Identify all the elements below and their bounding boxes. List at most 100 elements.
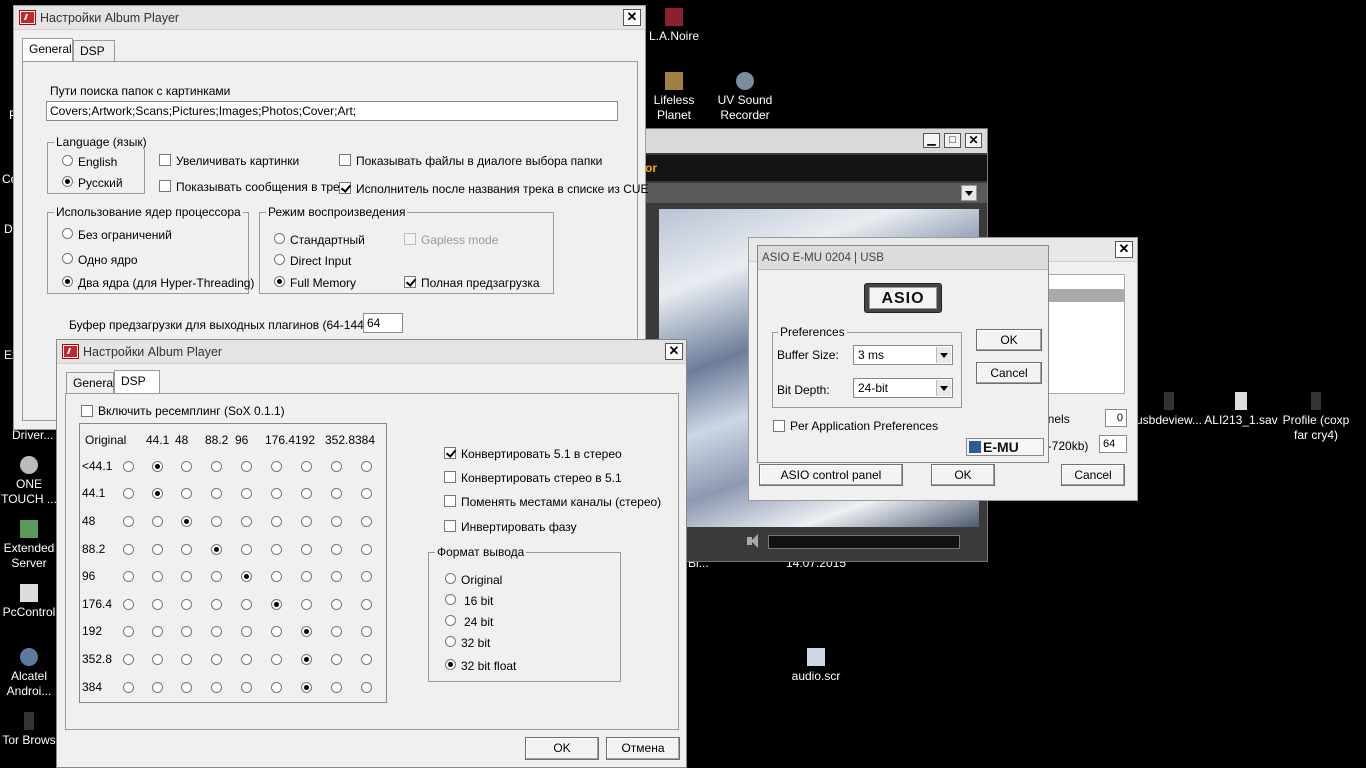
checkbox-swap-channels[interactable] <box>444 495 456 507</box>
radio-format-16bit[interactable] <box>445 594 456 605</box>
matrix-radio[interactable] <box>331 626 342 637</box>
matrix-radio[interactable] <box>152 516 163 527</box>
tab-general[interactable]: General <box>22 38 73 61</box>
radio-format-original[interactable] <box>445 573 456 584</box>
checkbox-enlarge-images[interactable] <box>159 154 171 166</box>
paths-input[interactable]: Covers;Artwork;Scans;Pictures;Images;Pho… <box>46 101 618 121</box>
matrix-radio[interactable] <box>271 516 282 527</box>
matrix-radio[interactable] <box>301 544 312 555</box>
matrix-radio[interactable] <box>152 461 163 472</box>
matrix-radio[interactable] <box>331 571 342 582</box>
volume-slider[interactable] <box>768 535 960 549</box>
matrix-radio[interactable] <box>301 682 312 693</box>
matrix-radio[interactable] <box>301 626 312 637</box>
matrix-radio[interactable] <box>271 488 282 499</box>
cancel-button[interactable]: Отмена <box>606 737 680 760</box>
matrix-radio[interactable] <box>152 654 163 665</box>
matrix-radio[interactable] <box>361 626 372 637</box>
matrix-radio[interactable] <box>241 544 252 555</box>
matrix-radio[interactable] <box>152 488 163 499</box>
radio-standard[interactable] <box>274 233 285 244</box>
checkbox-show-files[interactable] <box>339 154 351 166</box>
desktop-icon-profile[interactable]: Profile (coxp far cry4) <box>1271 392 1361 443</box>
matrix-radio[interactable] <box>361 571 372 582</box>
matrix-radio[interactable] <box>241 626 252 637</box>
matrix-radio[interactable] <box>181 654 192 665</box>
matrix-radio[interactable] <box>271 626 282 637</box>
matrix-radio[interactable] <box>181 544 192 555</box>
matrix-radio[interactable] <box>301 516 312 527</box>
tab-general[interactable]: General <box>66 372 116 393</box>
matrix-radio[interactable] <box>271 461 282 472</box>
matrix-radio[interactable] <box>361 516 372 527</box>
matrix-radio[interactable] <box>271 682 282 693</box>
checkbox-resampling[interactable] <box>81 405 93 417</box>
maximize-button[interactable]: □ <box>944 133 961 148</box>
desktop-icon-one-touch[interactable]: ONE TOUCH ... <box>0 456 58 507</box>
asio-ok-button[interactable]: OK <box>976 329 1042 351</box>
matrix-radio[interactable] <box>211 516 222 527</box>
matrix-radio[interactable] <box>241 488 252 499</box>
desktop-icon-alcatel[interactable]: Alcatel Androi... <box>0 648 58 699</box>
desktop-icon-extended-server[interactable]: Extended Server <box>0 520 58 571</box>
matrix-radio[interactable] <box>181 461 192 472</box>
matrix-radio[interactable] <box>123 599 134 610</box>
matrix-radio[interactable] <box>271 544 282 555</box>
matrix-radio[interactable] <box>181 626 192 637</box>
matrix-radio[interactable] <box>331 654 342 665</box>
close-icon[interactable]: ✕ <box>623 9 641 26</box>
radio-format-24bit[interactable] <box>445 615 456 626</box>
desktop-icon-pccontrol[interactable]: PcControl <box>0 584 58 620</box>
bit-depth-select[interactable]: 24-bit <box>853 378 953 398</box>
matrix-radio[interactable] <box>241 654 252 665</box>
channels-input[interactable]: 0 <box>1105 409 1127 427</box>
close-icon[interactable]: ✕ <box>665 343 683 360</box>
matrix-radio[interactable] <box>152 599 163 610</box>
buffer-kb-input[interactable]: 64 <box>1099 435 1127 453</box>
radio-russian[interactable] <box>62 176 73 187</box>
radio-cpu-single[interactable] <box>62 253 73 264</box>
matrix-radio[interactable] <box>271 599 282 610</box>
matrix-radio[interactable] <box>331 516 342 527</box>
matrix-radio[interactable] <box>123 461 134 472</box>
matrix-radio[interactable] <box>152 682 163 693</box>
asio-outer-list[interactable] <box>1045 274 1125 394</box>
radio-english[interactable] <box>62 155 73 166</box>
matrix-radio[interactable] <box>241 599 252 610</box>
desktop-icon-tor-browser[interactable]: Tor Brows <box>0 712 58 748</box>
matrix-radio[interactable] <box>301 599 312 610</box>
buffer-size-select[interactable]: 3 ms <box>853 345 953 365</box>
matrix-radio[interactable] <box>123 516 134 527</box>
matrix-radio[interactable] <box>361 544 372 555</box>
speaker-icon[interactable] <box>745 533 761 549</box>
matrix-radio[interactable] <box>301 488 312 499</box>
matrix-radio[interactable] <box>361 654 372 665</box>
asio-control-panel-button[interactable]: ASIO control panel <box>759 464 903 486</box>
tab-dsp[interactable]: DSP <box>114 370 160 393</box>
matrix-radio[interactable] <box>123 654 134 665</box>
ok-button[interactable]: OK <box>525 737 599 760</box>
matrix-radio[interactable] <box>241 571 252 582</box>
player-dropdown[interactable] <box>633 183 987 203</box>
matrix-radio[interactable] <box>123 488 134 499</box>
matrix-radio[interactable] <box>271 571 282 582</box>
checkbox-artist-after-title[interactable] <box>339 182 351 194</box>
checkbox-stereo-to-51[interactable] <box>444 471 456 483</box>
radio-full-memory[interactable] <box>274 276 285 287</box>
tab-dsp[interactable]: DSP <box>73 40 115 61</box>
radio-format-32bit[interactable] <box>445 636 456 647</box>
matrix-radio[interactable] <box>331 544 342 555</box>
matrix-radio[interactable] <box>181 571 192 582</box>
checkbox-invert-phase[interactable] <box>444 520 456 532</box>
radio-cpu-dual[interactable] <box>62 276 73 287</box>
matrix-radio[interactable] <box>331 599 342 610</box>
matrix-radio[interactable] <box>241 461 252 472</box>
matrix-radio[interactable] <box>123 571 134 582</box>
checkbox-gapless[interactable] <box>404 233 416 245</box>
desktop-icon-audio-scr[interactable]: audio.scr <box>774 648 858 684</box>
matrix-radio[interactable] <box>181 488 192 499</box>
matrix-radio[interactable] <box>123 682 134 693</box>
matrix-radio[interactable] <box>181 682 192 693</box>
matrix-radio[interactable] <box>211 544 222 555</box>
radio-format-32bit-float[interactable] <box>445 659 456 670</box>
